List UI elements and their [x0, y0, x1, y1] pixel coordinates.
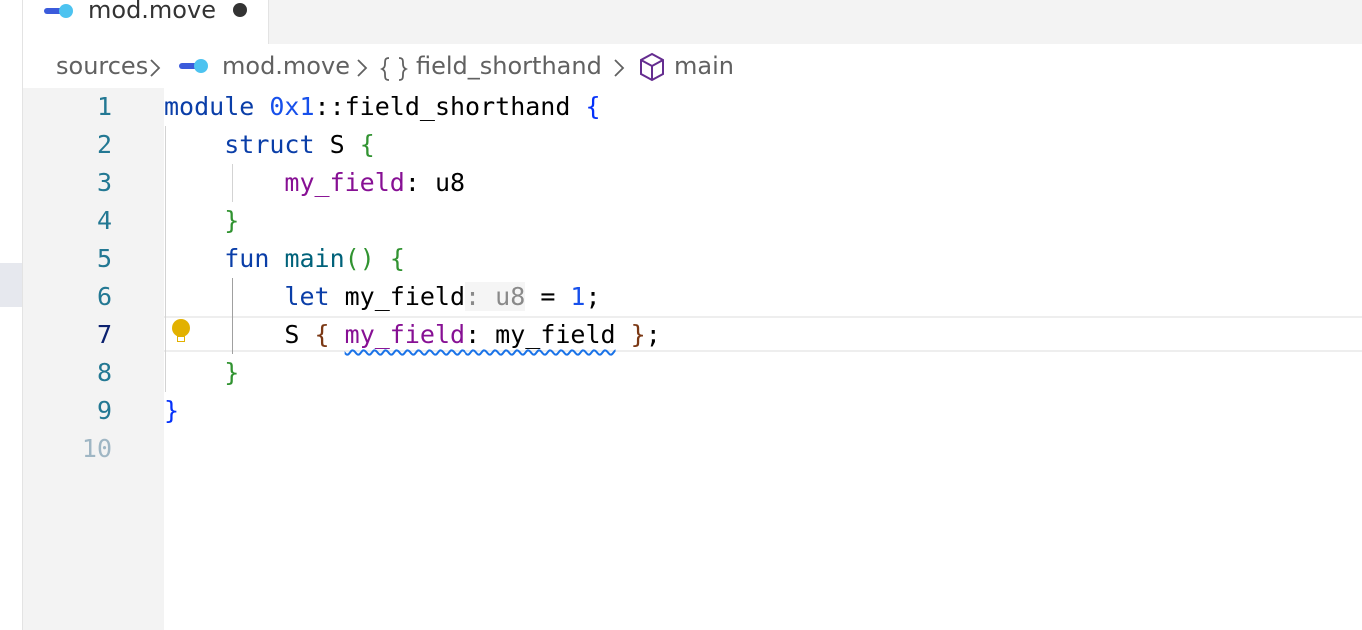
token-type: : u8	[404, 168, 466, 197]
token-struct-name: S	[164, 320, 315, 349]
line-number: 2	[96, 130, 112, 159]
token-bracket: }	[164, 396, 180, 425]
token-number: 1	[570, 282, 586, 311]
line-number: 10	[81, 434, 112, 463]
cube-icon	[640, 52, 664, 82]
breadcrumb-main[interactable]: main	[674, 52, 734, 80]
move-file-icon	[44, 4, 73, 18]
unsaved-dot-icon[interactable]	[233, 3, 247, 17]
token-bracket: {	[314, 320, 330, 349]
token-keyword: fun	[224, 244, 270, 273]
code-line-7[interactable]: S { my_field: my_field };	[164, 316, 661, 354]
code-line-2[interactable]: struct S {	[164, 126, 375, 164]
inlay-type-hint: : u8	[465, 282, 526, 311]
token-punctuation: ;	[585, 282, 601, 311]
line-number: 4	[96, 206, 112, 235]
move-file-icon	[179, 59, 208, 73]
token-punctuation: ;	[645, 320, 661, 349]
token-struct-name: S	[314, 130, 360, 159]
token-operator: =	[525, 282, 571, 311]
token-field-warning[interactable]: my_field	[345, 320, 465, 349]
line-number: 1	[96, 92, 112, 121]
code-line-8[interactable]: }	[164, 354, 239, 392]
code-line-1[interactable]: module 0x1::field_shorthand {	[164, 88, 601, 126]
line-number: 6	[96, 282, 112, 311]
token-field-value-warning[interactable]: : my_field	[465, 320, 616, 349]
tab-bar: mod.move	[23, 0, 1362, 44]
breadcrumb-sources[interactable]: sources	[56, 52, 148, 80]
token-keyword: let	[284, 282, 330, 311]
code-line-6[interactable]: let my_field: u8 = 1;	[164, 278, 601, 316]
braces-icon	[380, 57, 408, 81]
token-bracket: {	[359, 130, 375, 159]
panel-marker	[0, 263, 22, 307]
token-module-name: ::field_shorthand	[314, 92, 571, 121]
chevron-right-icon	[614, 59, 625, 77]
token-field: my_field	[284, 168, 405, 197]
breadcrumb-field-shorthand[interactable]: field_shorthand	[416, 52, 602, 80]
code-line-4[interactable]: }	[164, 202, 239, 240]
line-number: 9	[96, 396, 112, 425]
token-bracket: {	[389, 244, 405, 273]
line-number-active: 7	[96, 320, 112, 349]
breadcrumb: sources mod.move field_shorthand main	[23, 44, 1362, 88]
token-number: 0x1	[269, 92, 315, 121]
token-bracket: }	[224, 358, 240, 387]
token-keyword: module	[164, 92, 255, 121]
code-line-3[interactable]: my_field: u8	[164, 164, 465, 202]
code-line-5[interactable]: fun main() {	[164, 240, 405, 278]
token-bracket: }	[224, 206, 240, 235]
token-bracket: }	[630, 320, 646, 349]
tab-label: mod.move	[88, 0, 216, 24]
token-bracket: ()	[344, 244, 375, 273]
chevron-right-icon	[150, 59, 161, 77]
token-keyword: struct	[224, 130, 315, 159]
line-number: 5	[96, 244, 112, 273]
code-line-9[interactable]: }	[164, 392, 179, 430]
token-bracket: {	[585, 92, 601, 121]
breadcrumb-mod-move[interactable]: mod.move	[222, 52, 350, 80]
chevron-right-icon	[357, 59, 368, 77]
line-number: 8	[96, 358, 112, 387]
line-number: 3	[96, 168, 112, 197]
token-function-name: main	[284, 244, 345, 273]
activity-strip	[0, 0, 23, 630]
tab-mod-move[interactable]: mod.move	[23, 0, 269, 44]
token-variable: my_field	[329, 282, 466, 311]
